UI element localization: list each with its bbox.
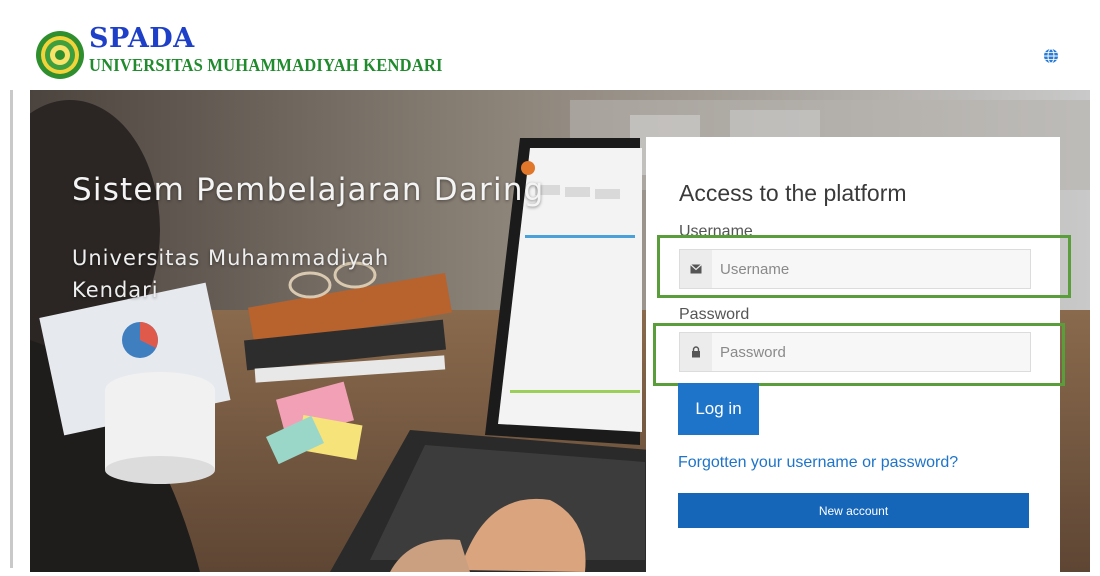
new-account-button[interactable]: New account (678, 493, 1029, 528)
login-button[interactable]: Log in (678, 383, 759, 435)
login-heading: Access to the platform (679, 180, 907, 206)
university-logo[interactable] (35, 30, 85, 80)
password-highlight-box (653, 323, 1065, 386)
forgot-password-link[interactable]: Forgotten your username or password? (678, 454, 958, 472)
top-navbar: SPADA UNIVERSITAS MUHAMMADIYAH KENDARI (0, 0, 1100, 90)
page-left-border (10, 8, 13, 568)
hero-title: Sistem Pembelajaran Daring (72, 172, 545, 208)
brand-subtitle: UNIVERSITAS MUHAMMADIYAH KENDARI (89, 55, 443, 75)
hero-subtitle: Universitas Muhammadiyah Kendari (72, 246, 390, 302)
password-label: Password (679, 306, 750, 323)
brand-title: SPADA (89, 23, 195, 54)
globe-icon[interactable] (1043, 48, 1059, 64)
username-highlight-box (657, 235, 1071, 298)
